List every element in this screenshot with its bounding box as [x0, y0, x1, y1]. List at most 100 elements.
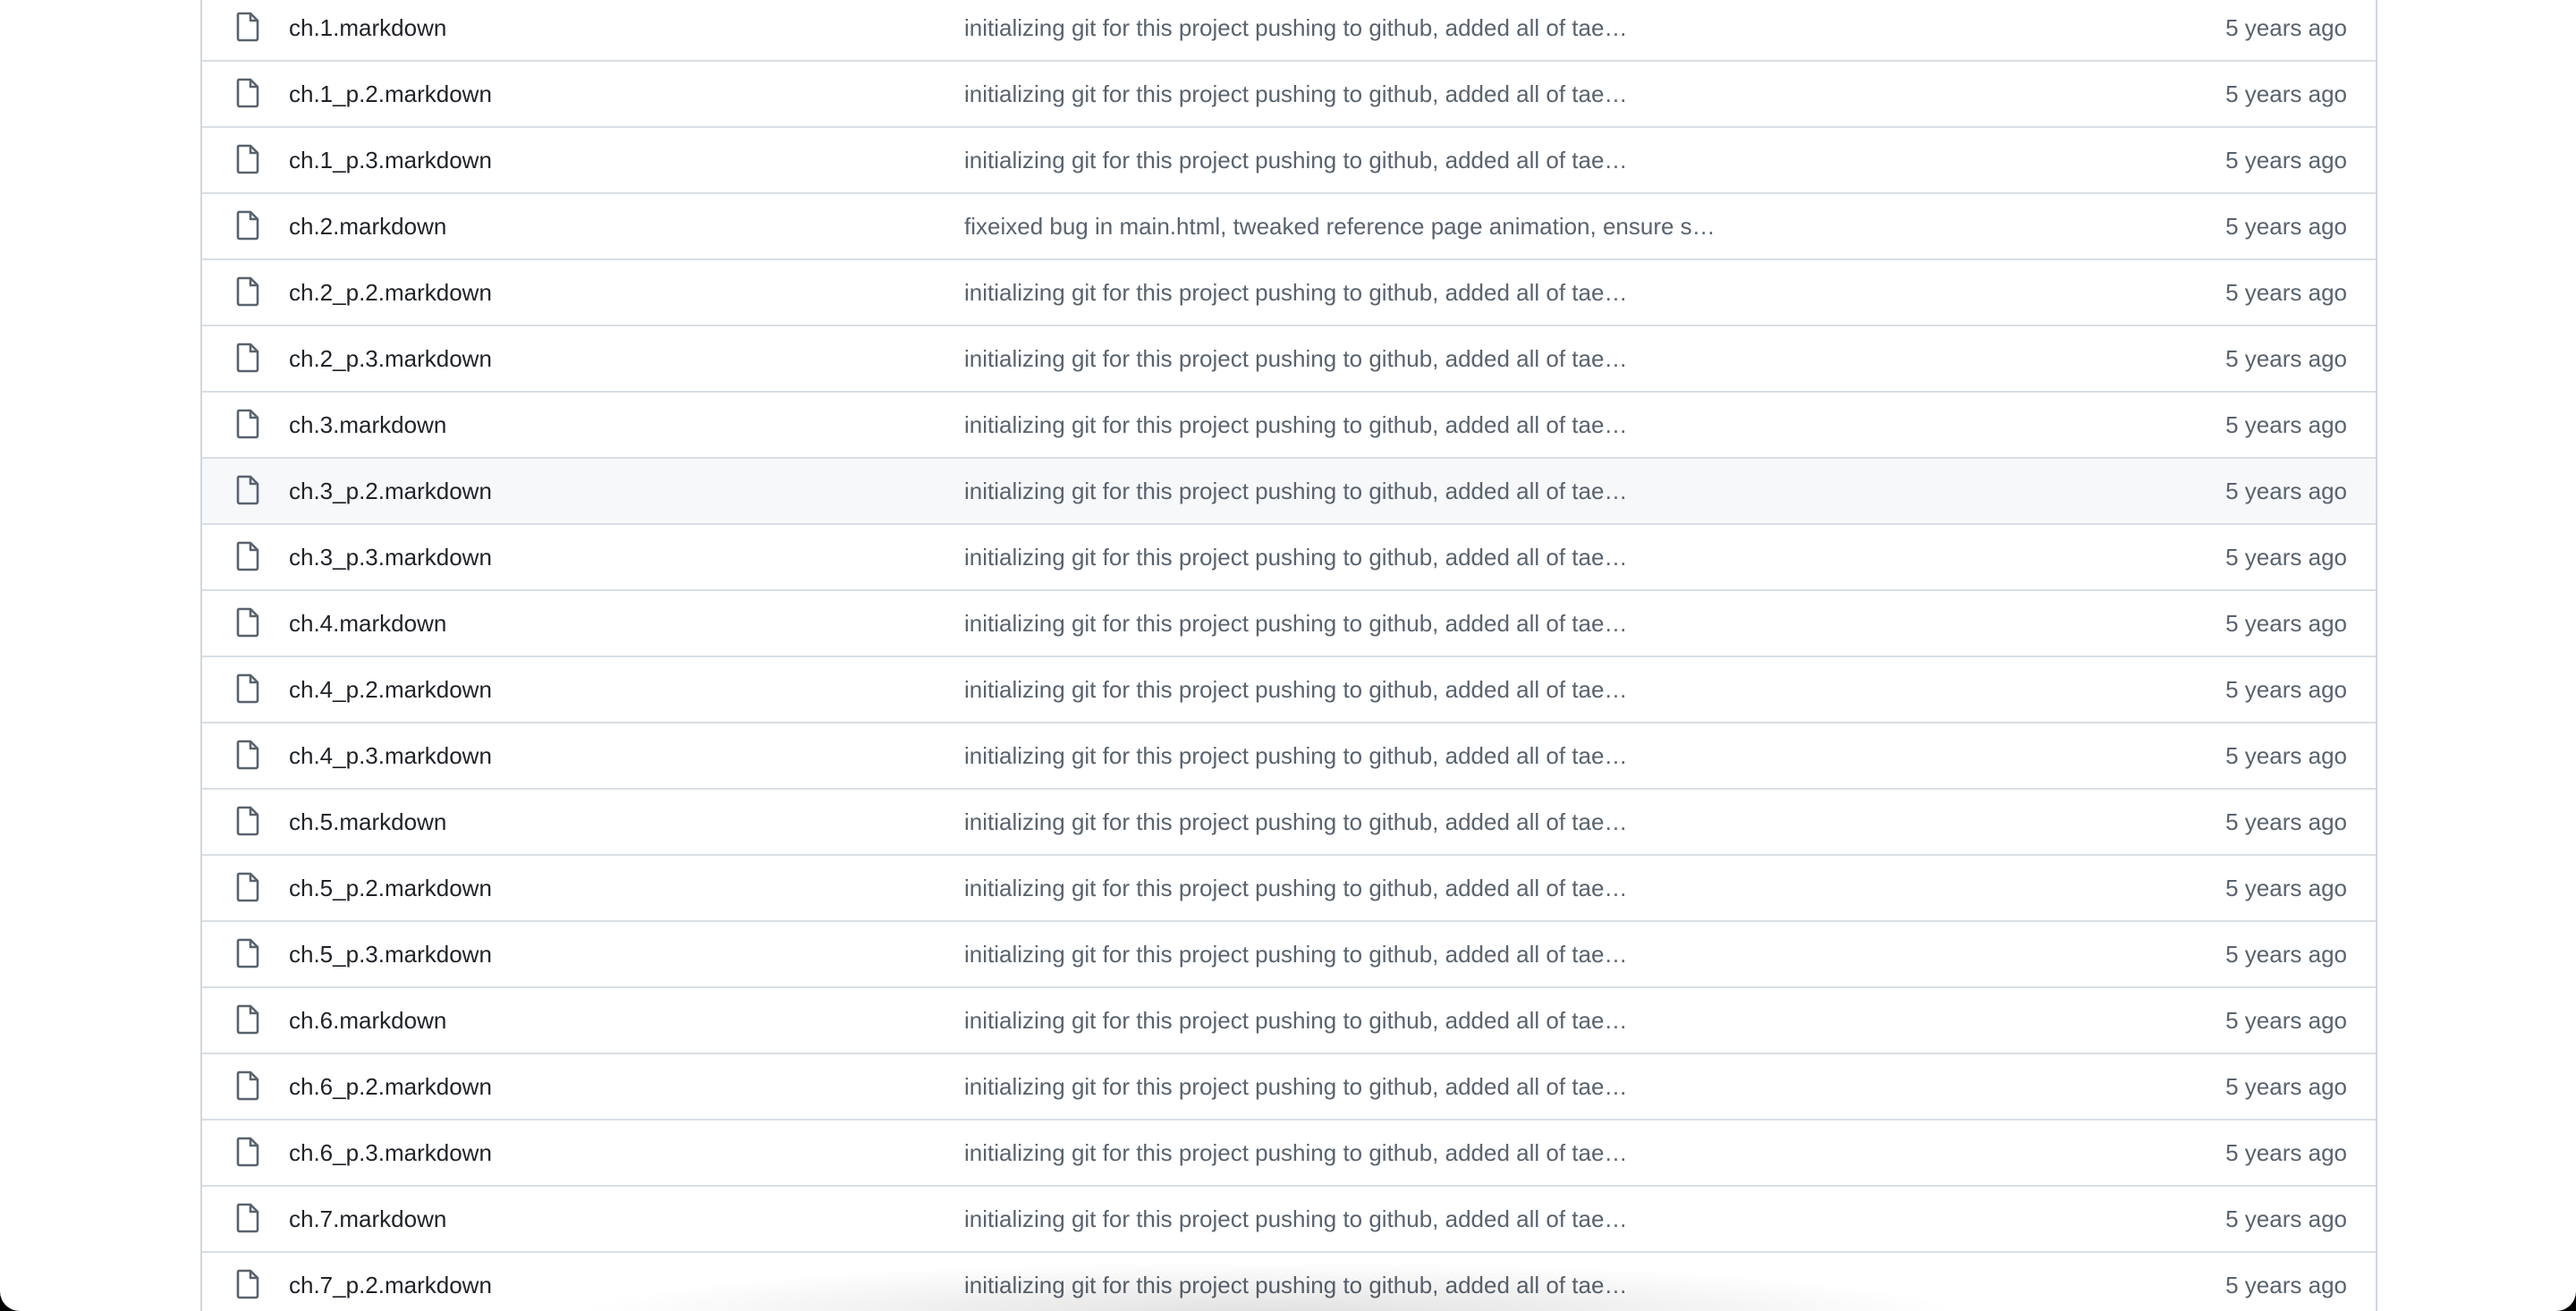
file-icon: [236, 872, 259, 902]
file-name-link[interactable]: ch.4_p.2.markdown: [289, 676, 492, 704]
commit-time: 5 years ago: [2225, 80, 2347, 107]
file-name-link[interactable]: ch.5.markdown: [289, 808, 446, 836]
file-row[interactable]: ch.3_p.2.markdown initializing git for t…: [202, 459, 2376, 525]
commit-time: 5 years ago: [2225, 675, 2347, 703]
file-row[interactable]: ch.2_p.2.markdown initializing git for t…: [202, 260, 2376, 326]
file-icon: [236, 78, 259, 108]
file-row[interactable]: ch.5_p.2.markdown initializing git for t…: [202, 856, 2376, 922]
file-row[interactable]: ch.4.markdown initializing git for this …: [202, 591, 2376, 657]
file-icon: [236, 740, 259, 770]
commit-message-link[interactable]: initializing git for this project pushin…: [964, 1073, 1627, 1101]
file-name-link[interactable]: ch.1_p.3.markdown: [289, 147, 492, 174]
file-row[interactable]: ch.5.markdown initializing git for this …: [202, 790, 2376, 856]
file-icon: [236, 1269, 259, 1299]
commit-message-link[interactable]: initializing git for this project pushin…: [964, 411, 1627, 439]
file-icon: [236, 343, 259, 373]
commit-time: 5 years ago: [2225, 543, 2347, 571]
commit-time: 5 years ago: [2225, 146, 2347, 173]
commit-message-link[interactable]: initializing git for this project pushin…: [964, 1272, 1627, 1299]
file-row[interactable]: ch.1_p.2.markdown initializing git for t…: [202, 62, 2376, 128]
file-row[interactable]: ch.1_p.3.markdown initializing git for t…: [202, 128, 2376, 194]
commit-time: 5 years ago: [2225, 278, 2347, 306]
file-icon: [236, 210, 259, 241]
commit-message-link[interactable]: initializing git for this project pushin…: [964, 676, 1627, 704]
commit-time: 5 years ago: [2225, 13, 2347, 41]
browser-window: ch.1.markdown initializing git for this …: [0, 0, 2576, 1311]
commit-message-link[interactable]: initializing git for this project pushin…: [964, 478, 1627, 505]
file-name-link[interactable]: ch.7_p.2.markdown: [289, 1272, 492, 1299]
file-name-link[interactable]: ch.3.markdown: [289, 411, 446, 439]
commit-time: 5 years ago: [2225, 940, 2347, 968]
file-name-link[interactable]: ch.2.markdown: [289, 213, 446, 241]
file-name-link[interactable]: ch.5_p.2.markdown: [289, 875, 492, 902]
file-icon: [236, 409, 259, 439]
file-icon: [236, 12, 259, 42]
file-row[interactable]: ch.3.markdown initializing git for this …: [202, 393, 2376, 459]
file-row[interactable]: ch.6_p.2.markdown initializing git for t…: [202, 1054, 2376, 1121]
file-row[interactable]: ch.4_p.2.markdown initializing git for t…: [202, 657, 2376, 723]
file-name-link[interactable]: ch.4_p.3.markdown: [289, 742, 492, 770]
commit-time: 5 years ago: [2225, 344, 2347, 372]
commit-time: 5 years ago: [2225, 212, 2347, 240]
file-name-link[interactable]: ch.1.markdown: [289, 14, 446, 42]
file-row[interactable]: ch.6_p.3.markdown initializing git for t…: [202, 1121, 2376, 1187]
commit-message-link[interactable]: initializing git for this project pushin…: [964, 14, 1627, 42]
commit-time: 5 years ago: [2225, 1205, 2347, 1232]
commit-message-link[interactable]: initializing git for this project pushin…: [964, 1007, 1627, 1035]
file-icon: [236, 541, 259, 571]
file-name-link[interactable]: ch.2_p.3.markdown: [289, 345, 492, 373]
file-row[interactable]: ch.2_p.3.markdown initializing git for t…: [202, 326, 2376, 393]
file-list: ch.1.markdown initializing git for this …: [200, 0, 2377, 1311]
commit-message-link[interactable]: initializing git for this project pushin…: [964, 147, 1627, 174]
commit-time: 5 years ago: [2225, 1271, 2347, 1298]
file-icon: [236, 806, 259, 836]
file-row[interactable]: ch.5_p.3.markdown initializing git for t…: [202, 922, 2376, 988]
file-icon: [236, 1070, 259, 1101]
file-icon: [236, 475, 259, 505]
file-icon: [236, 1203, 259, 1233]
commit-time: 5 years ago: [2225, 1072, 2347, 1100]
commit-time: 5 years ago: [2225, 410, 2347, 438]
commit-time: 5 years ago: [2225, 609, 2347, 637]
commit-message-link[interactable]: initializing git for this project pushin…: [964, 345, 1627, 373]
commit-time: 5 years ago: [2225, 477, 2347, 504]
file-name-link[interactable]: ch.2_p.2.markdown: [289, 279, 492, 307]
commit-message-link[interactable]: initializing git for this project pushin…: [964, 1205, 1627, 1233]
file-row[interactable]: ch.6.markdown initializing git for this …: [202, 988, 2376, 1054]
file-icon: [236, 1137, 259, 1167]
commit-message-link[interactable]: initializing git for this project pushin…: [964, 742, 1627, 770]
commit-time: 5 years ago: [2225, 808, 2347, 835]
commit-message-link[interactable]: initializing git for this project pushin…: [964, 941, 1627, 968]
commit-message-link[interactable]: initializing git for this project pushin…: [964, 279, 1627, 307]
file-icon: [236, 673, 259, 704]
commit-time: 5 years ago: [2225, 1006, 2347, 1034]
file-name-link[interactable]: ch.5_p.3.markdown: [289, 941, 492, 968]
file-name-link[interactable]: ch.1_p.2.markdown: [289, 80, 492, 108]
file-name-link[interactable]: ch.7.markdown: [289, 1205, 446, 1233]
file-name-link[interactable]: ch.3_p.3.markdown: [289, 544, 492, 571]
file-icon: [236, 276, 259, 307]
file-icon: [236, 144, 259, 174]
file-row[interactable]: ch.1.markdown initializing git for this …: [202, 0, 2376, 62]
file-name-link[interactable]: ch.6.markdown: [289, 1007, 446, 1035]
file-row[interactable]: ch.4_p.3.markdown initializing git for t…: [202, 723, 2376, 790]
commit-message-link[interactable]: initializing git for this project pushin…: [964, 808, 1627, 836]
commit-message-link[interactable]: initializing git for this project pushin…: [964, 875, 1627, 902]
commit-time: 5 years ago: [2225, 741, 2347, 769]
commit-message-link[interactable]: fixeixed bug in main.html, tweaked refer…: [964, 213, 1716, 241]
file-icon: [236, 1004, 259, 1035]
commit-message-link[interactable]: initializing git for this project pushin…: [964, 544, 1627, 571]
commit-message-link[interactable]: initializing git for this project pushin…: [964, 80, 1627, 108]
file-name-link[interactable]: ch.3_p.2.markdown: [289, 478, 492, 505]
file-name-link[interactable]: ch.4.markdown: [289, 610, 446, 638]
commit-message-link[interactable]: initializing git for this project pushin…: [964, 1139, 1627, 1167]
file-icon: [236, 607, 259, 638]
file-name-link[interactable]: ch.6_p.2.markdown: [289, 1073, 492, 1101]
file-row[interactable]: ch.3_p.3.markdown initializing git for t…: [202, 525, 2376, 591]
file-row[interactable]: ch.7.markdown initializing git for this …: [202, 1187, 2376, 1253]
file-row[interactable]: ch.2.markdown fixeixed bug in main.html,…: [202, 194, 2376, 260]
file-name-link[interactable]: ch.6_p.3.markdown: [289, 1139, 492, 1167]
commit-message-link[interactable]: initializing git for this project pushin…: [964, 610, 1627, 638]
commit-time: 5 years ago: [2225, 1138, 2347, 1166]
file-row[interactable]: ch.7_p.2.markdown initializing git for t…: [202, 1253, 2376, 1311]
